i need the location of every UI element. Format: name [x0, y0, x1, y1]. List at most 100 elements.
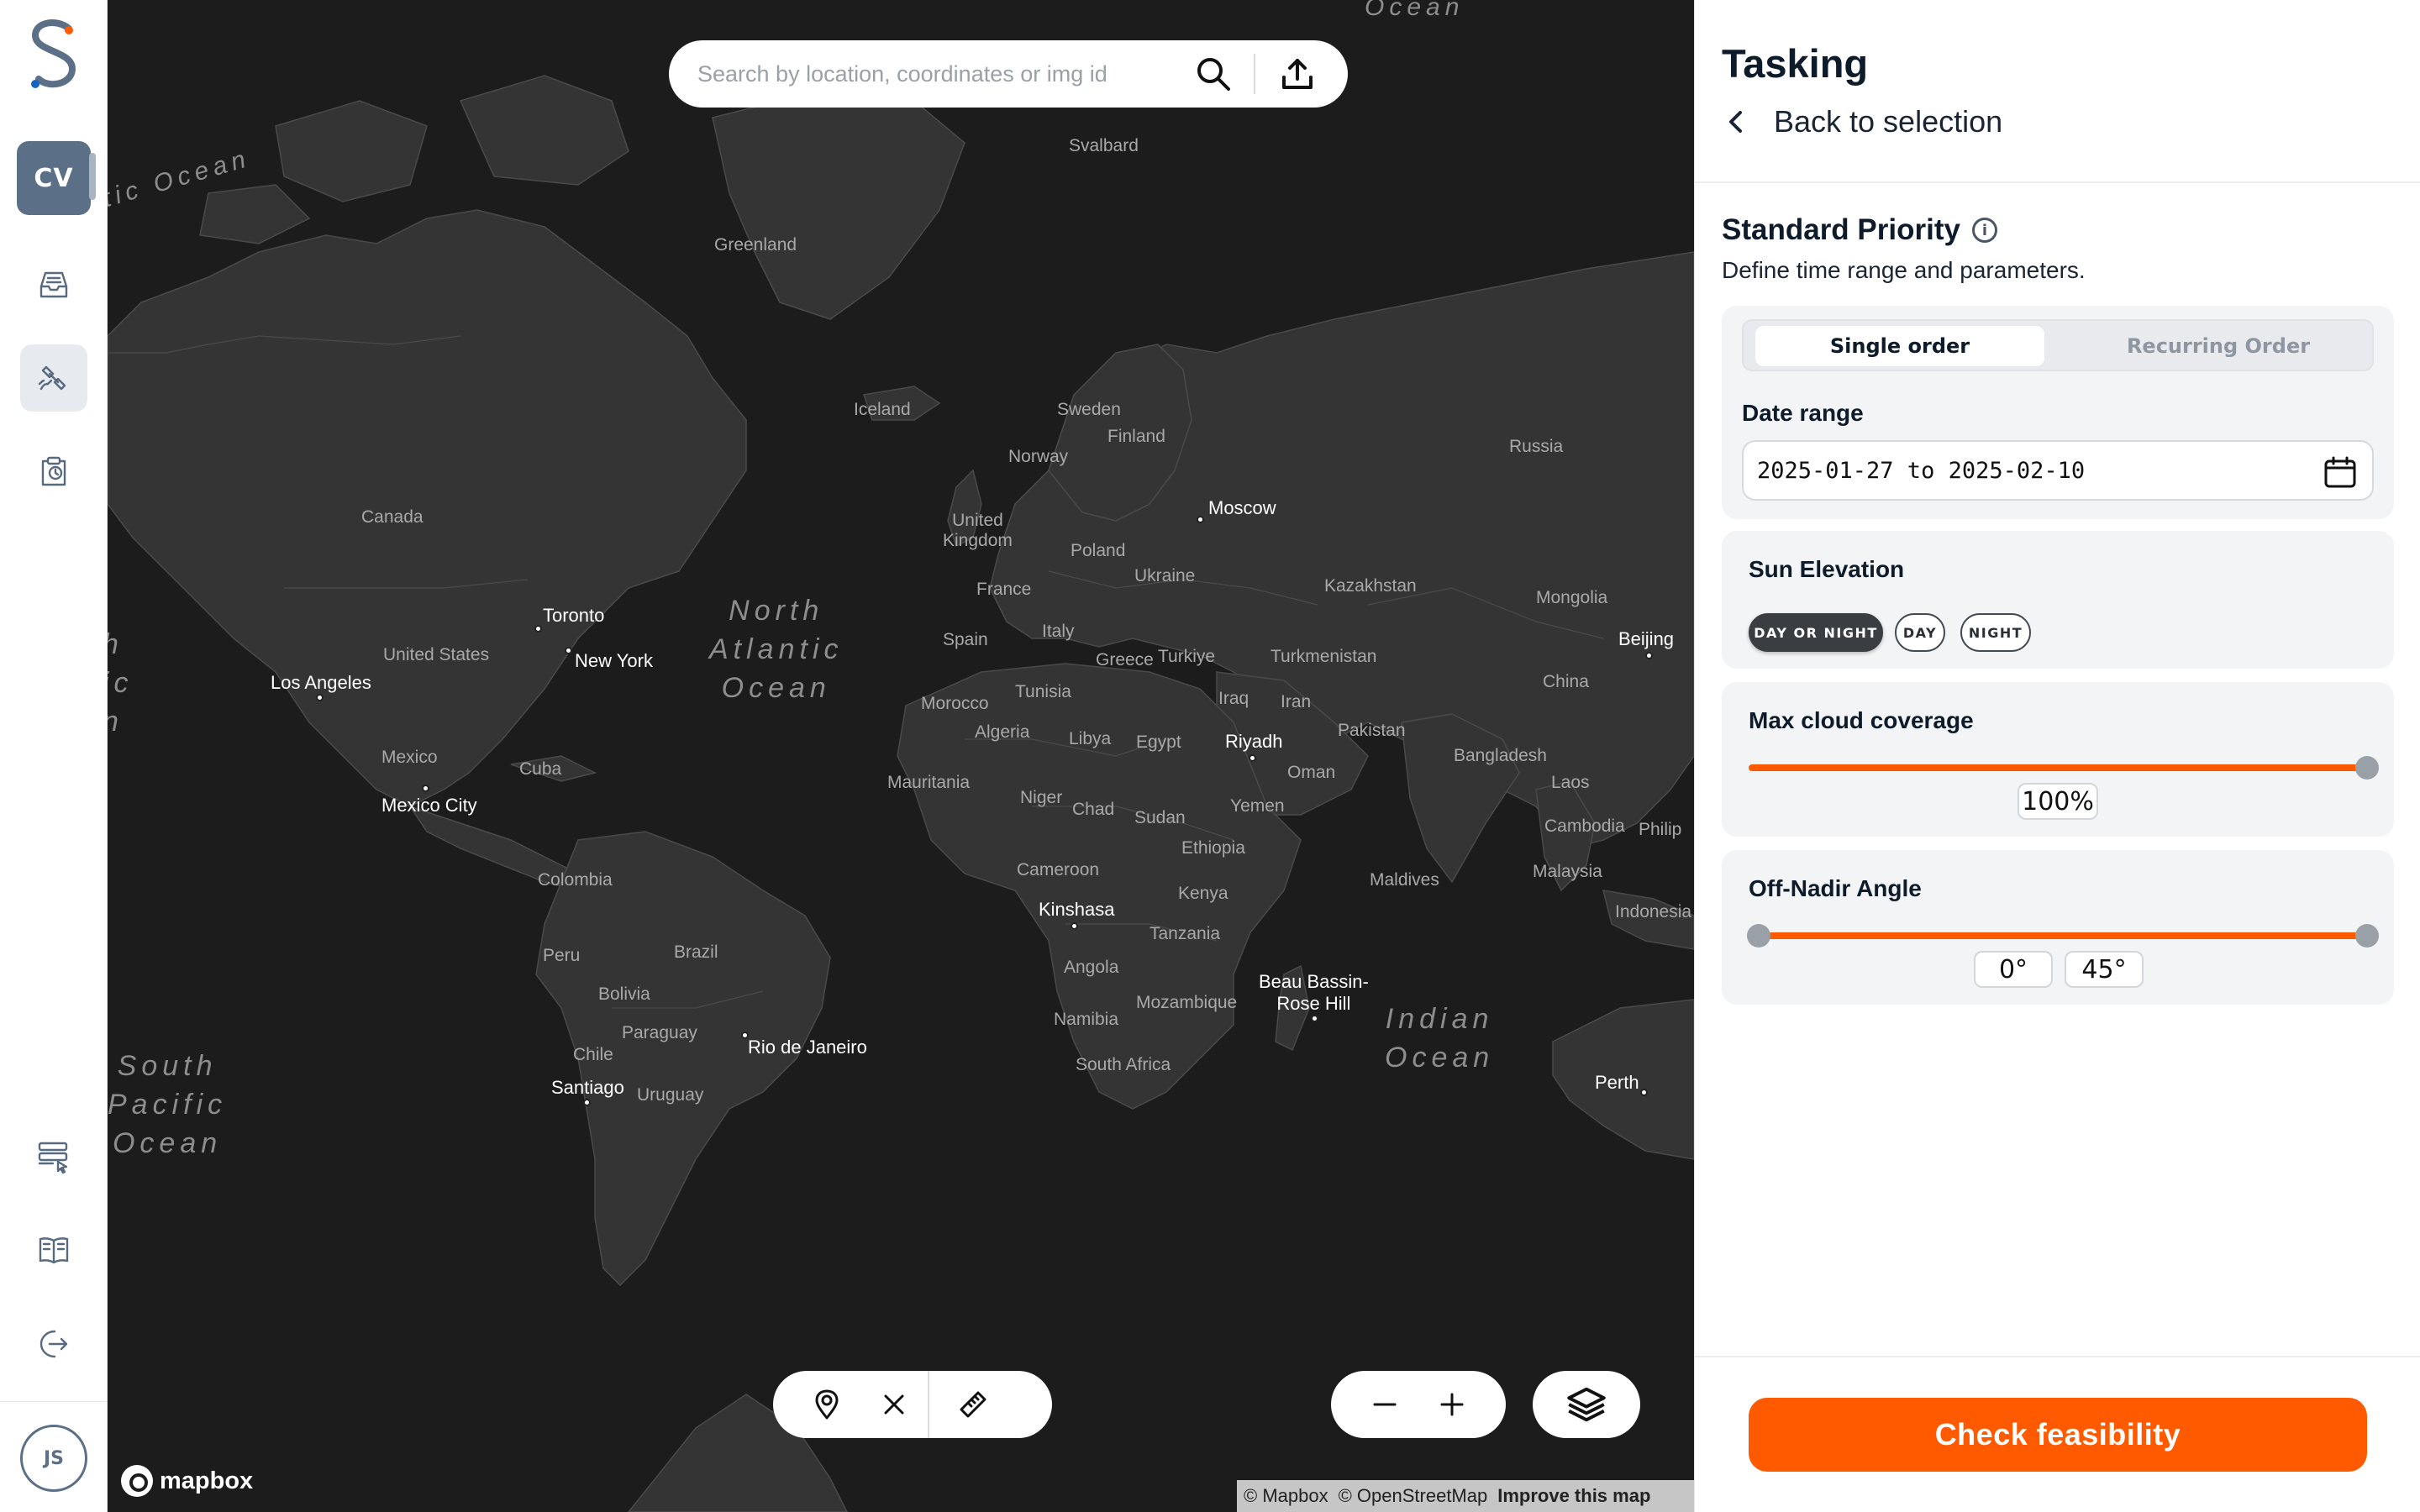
map-label-kazakhstan: Kazakhstan	[1324, 576, 1417, 596]
map-pin-icon	[815, 1389, 839, 1420]
tasking-nav-button[interactable]	[20, 344, 87, 412]
attribution-mapbox-link[interactable]: © Mapbox	[1244, 1485, 1328, 1507]
map-label-greenland: Greenland	[714, 235, 797, 255]
date-range-input[interactable]: 2025-01-27 to 2025-02-10	[1742, 440, 2374, 501]
map-label-chile: Chile	[573, 1045, 613, 1064]
map-canvas[interactable]: tic Ocean Ocean Svalbard Greenland Icela…	[108, 0, 1694, 1512]
sun-option-day[interactable]: DAY	[1895, 613, 1945, 652]
zoom-in-button[interactable]	[1418, 1371, 1486, 1438]
map-label-turkiye: Turkiye	[1158, 647, 1216, 666]
back-to-selection-link[interactable]: Back to selection	[1722, 104, 2002, 139]
search-input[interactable]	[696, 60, 1183, 88]
city-dot-beau-bassin	[1311, 1015, 1318, 1022]
map-label-iceland: Iceland	[854, 400, 911, 419]
map-label-iraq: Iraq	[1218, 689, 1249, 708]
map-label-mozambique: Mozambique	[1136, 993, 1238, 1012]
map-label-sudan: Sudan	[1134, 808, 1186, 827]
orders-nav-button[interactable]	[20, 438, 87, 506]
map-label-greece: Greece	[1096, 650, 1154, 669]
map-label-santiago: Santiago	[551, 1077, 624, 1098]
map-label-south-africa: South Africa	[1076, 1055, 1171, 1074]
sun-option-night[interactable]: NIGHT	[1960, 613, 2031, 652]
map-label-tunisia: Tunisia	[1015, 682, 1071, 701]
map-label-cambodia: Cambodia	[1544, 816, 1625, 836]
map-label-rio: Rio de Janeiro	[748, 1037, 867, 1058]
map-label-colombia: Colombia	[538, 870, 613, 890]
sun-option-day-or-night[interactable]: DAY OR NIGHT	[1749, 613, 1883, 652]
map-label-beijing: Beijing	[1618, 628, 1675, 649]
section-header: Standard Priority i	[1722, 213, 1997, 247]
map-label-brazil: Brazil	[674, 942, 718, 962]
map-label-indian-ocean: Indian Ocean	[1385, 1003, 1495, 1074]
upload-icon[interactable]	[1277, 54, 1318, 94]
cloud-coverage-value[interactable]: 100%	[2018, 783, 2098, 820]
map-label-svalbard: Svalbard	[1069, 136, 1139, 155]
map-label-peru: Peru	[543, 946, 581, 965]
ruler-icon	[960, 1391, 986, 1418]
info-icon[interactable]: i	[1971, 218, 1997, 243]
book-icon	[39, 1237, 69, 1264]
api-nav-button[interactable]	[20, 1122, 87, 1189]
logout-nav-button[interactable]	[20, 1310, 87, 1378]
satellite-icon	[38, 365, 66, 391]
order-settings-card: Single order Recurring Order Date range …	[1722, 306, 2394, 519]
map-label-south-pacific-ocean: South Pacific Ocean	[108, 1050, 228, 1159]
panel-title: Tasking	[1722, 41, 1869, 86]
map-label-uruguay: Uruguay	[637, 1085, 704, 1105]
map-label-mexico-city: Mexico City	[381, 795, 477, 816]
section-title: Standard Priority	[1722, 213, 1960, 246]
check-feasibility-button[interactable]: Check feasibility	[1749, 1398, 2367, 1472]
date-range-value: 2025-01-27 to 2025-02-10	[1757, 457, 2086, 484]
map-label-russia: Russia	[1509, 437, 1564, 456]
back-label: Back to selection	[1774, 104, 2003, 139]
attribution-osm-link[interactable]: © OpenStreetMap	[1339, 1485, 1488, 1507]
left-navigation-rail: CV JS	[0, 0, 108, 1512]
map-label-north-atlantic-ocean: North Atlantic Ocean	[709, 595, 844, 704]
workspace-avatar[interactable]: CV	[17, 141, 91, 215]
app-logo-icon[interactable]	[24, 17, 84, 92]
cloud-coverage-card: Max cloud coverage 100%	[1722, 682, 2394, 837]
off-nadir-card: Off-Nadir Angle 0° 45°	[1722, 850, 2394, 1005]
off-nadir-min-value[interactable]: 0°	[1974, 951, 2053, 988]
place-pin-button[interactable]	[793, 1371, 860, 1438]
zoom-out-button[interactable]	[1351, 1371, 1418, 1438]
map-label-top-ocean: Ocean	[1365, 0, 1465, 21]
map-label-chad: Chad	[1072, 800, 1115, 819]
map-label-new-york: New York	[575, 650, 653, 671]
map-label-laos: Laos	[1551, 773, 1590, 792]
date-range-label: Date range	[1742, 400, 1864, 426]
off-nadir-max-handle[interactable]	[2355, 924, 2379, 948]
cloud-coverage-label: Max cloud coverage	[1749, 707, 1974, 733]
user-avatar[interactable]: JS	[20, 1425, 87, 1492]
cloud-coverage-track[interactable]	[1749, 764, 2367, 771]
clear-drawing-button[interactable]	[860, 1371, 928, 1438]
map-label-ethiopia: Ethiopia	[1181, 838, 1245, 858]
tab-single-order[interactable]: Single order	[1755, 326, 2044, 366]
inbox-nav-button[interactable]	[20, 250, 87, 318]
off-nadir-min-handle[interactable]	[1747, 924, 1770, 948]
tab-recurring-order[interactable]: Recurring Order	[2071, 326, 2365, 366]
history-clipboard-icon	[41, 456, 66, 486]
mapbox-logo[interactable]: mapbox	[121, 1465, 253, 1497]
city-dot-los-angeles	[316, 694, 324, 701]
map-label-italy: Italy	[1042, 622, 1075, 641]
docs-nav-button[interactable]	[20, 1216, 87, 1284]
map-label-oman: Oman	[1287, 763, 1336, 782]
api-settings-icon	[38, 1142, 68, 1174]
search-icon[interactable]	[1193, 54, 1234, 94]
search-divider	[1254, 54, 1255, 94]
off-nadir-track[interactable]	[1749, 932, 2367, 939]
map-label-kinshasa: Kinshasa	[1039, 899, 1115, 920]
city-dot-beijing	[1645, 652, 1653, 659]
map-label-pacific-edge: h ic n	[108, 628, 134, 738]
off-nadir-max-value[interactable]: 45°	[2065, 951, 2144, 988]
measure-button[interactable]	[939, 1371, 1007, 1438]
layers-button[interactable]	[1533, 1371, 1640, 1438]
calendar-icon[interactable]	[2322, 454, 2359, 491]
map-label-malaysia: Malaysia	[1533, 862, 1602, 881]
footer-divider	[1695, 1356, 2420, 1357]
map-label-libya: Libya	[1069, 729, 1112, 748]
improve-map-link[interactable]: Improve this map	[1497, 1485, 1650, 1507]
map-label-riyadh: Riyadh	[1225, 731, 1283, 752]
cloud-coverage-handle[interactable]	[2355, 756, 2379, 780]
